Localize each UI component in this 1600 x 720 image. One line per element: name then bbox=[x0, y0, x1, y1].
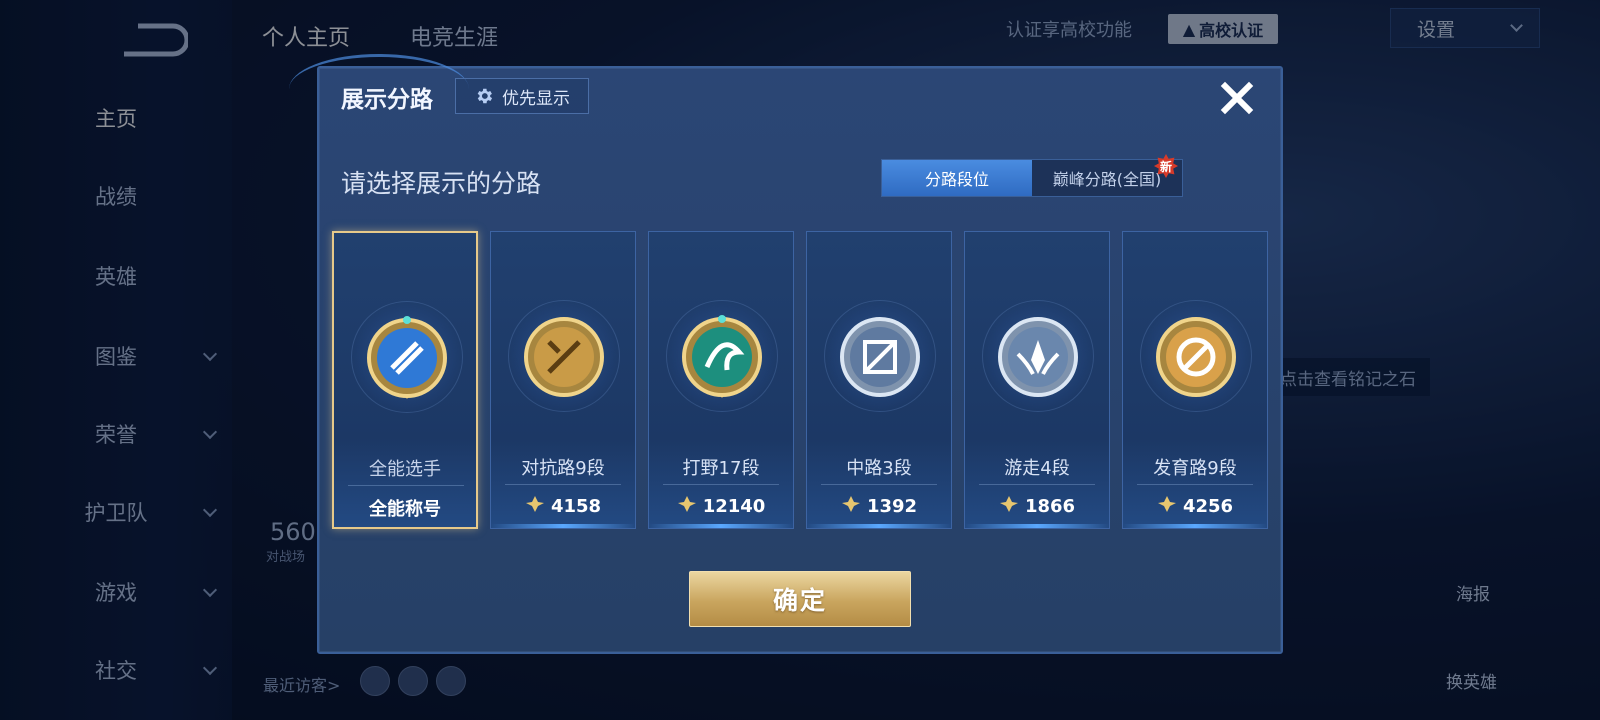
lane-card[interactable]: 打野17段 12140 bbox=[648, 231, 794, 529]
tab-peak-lane-national[interactable]: 巅峰分路(全国) 新 bbox=[1032, 154, 1182, 196]
roam-emblem-icon bbox=[998, 317, 1078, 397]
clash-lane-emblem-icon bbox=[524, 317, 604, 397]
lane-card[interactable]: 全能选手 全能称号 bbox=[332, 231, 478, 529]
lane-card-score-value: 4256 bbox=[1182, 496, 1234, 517]
rank-points-icon bbox=[677, 494, 697, 519]
lane-card[interactable]: 发育路9段 4256 bbox=[1122, 231, 1268, 529]
rank-points-icon bbox=[841, 494, 861, 519]
lane-card-list: 全能选手 全能称号 对抗路9段 4158 打野17段 12140 中路3段 1392 游走4段 1… bbox=[332, 231, 1272, 529]
lane-card-name: 对抗路9段 bbox=[521, 458, 605, 479]
lane-card-score: 1392 bbox=[807, 494, 951, 519]
lane-card-name: 中路3段 bbox=[846, 458, 912, 479]
card-divider bbox=[663, 484, 779, 485]
card-divider bbox=[821, 484, 937, 485]
lane-display-dialog: 展示分路 优先显示 请选择展示的分路 分路段位 巅峰分路(全国) 新 全能选手全… bbox=[289, 54, 1283, 654]
card-divider bbox=[505, 484, 621, 485]
lane-card[interactable]: 游走4段 1866 bbox=[964, 231, 1110, 529]
dialog-title: 展示分路 bbox=[341, 87, 433, 113]
card-bottom-glow bbox=[649, 524, 793, 528]
lane-card-score-value: 1866 bbox=[1024, 496, 1076, 517]
lane-card-name: 全能选手 bbox=[369, 459, 441, 480]
card-divider bbox=[1137, 484, 1253, 485]
lane-card-score: 12140 bbox=[649, 494, 793, 519]
lane-card-score: 4158 bbox=[491, 494, 635, 519]
card-bottom-glow bbox=[965, 524, 1109, 528]
tab-lane-rank[interactable]: 分路段位 bbox=[882, 160, 1032, 196]
select-lane-prompt: 请选择展示的分路 bbox=[341, 169, 542, 198]
all-round-emblem-icon bbox=[367, 316, 447, 399]
card-divider bbox=[979, 484, 1095, 485]
farm-lane-emblem-icon bbox=[1156, 317, 1236, 397]
lane-mode-toggle: 分路段位 巅峰分路(全国) 新 bbox=[881, 154, 1183, 197]
priority-display-button[interactable]: 优先显示 bbox=[455, 78, 589, 114]
card-bottom-glow bbox=[1123, 524, 1267, 528]
card-bottom-glow bbox=[807, 524, 951, 528]
card-divider bbox=[348, 485, 464, 486]
priority-display-label: 优先显示 bbox=[502, 88, 570, 109]
lane-card[interactable]: 对抗路9段 4158 bbox=[490, 231, 636, 529]
lane-card-score: 全能称号 bbox=[334, 495, 476, 521]
rank-points-icon bbox=[1157, 494, 1177, 519]
lane-card-score-value: 12140 bbox=[702, 496, 766, 517]
gear-icon bbox=[477, 88, 493, 104]
lane-card-score: 1866 bbox=[965, 494, 1109, 519]
lane-card-score-value: 4158 bbox=[550, 496, 602, 517]
lane-card-name: 游走4段 bbox=[1004, 458, 1070, 479]
close-icon[interactable] bbox=[1217, 78, 1257, 118]
jungle-emblem-icon bbox=[682, 315, 762, 398]
lane-card-score-value: 全能称号 bbox=[369, 499, 441, 520]
rank-points-icon bbox=[999, 494, 1019, 519]
lane-card-name: 发育路9段 bbox=[1153, 458, 1237, 479]
rank-points-icon bbox=[525, 494, 545, 519]
lane-card[interactable]: 中路3段 1392 bbox=[806, 231, 952, 529]
lane-card-name: 打野17段 bbox=[682, 458, 760, 479]
mid-lane-emblem-icon bbox=[840, 317, 920, 397]
confirm-button[interactable]: 确定 bbox=[689, 571, 911, 627]
lane-card-score-value: 1392 bbox=[866, 496, 918, 517]
lane-card-score: 4256 bbox=[1123, 494, 1267, 519]
card-bottom-glow bbox=[491, 524, 635, 528]
peak-lane-label: 巅峰分路(全国) bbox=[1052, 170, 1162, 189]
